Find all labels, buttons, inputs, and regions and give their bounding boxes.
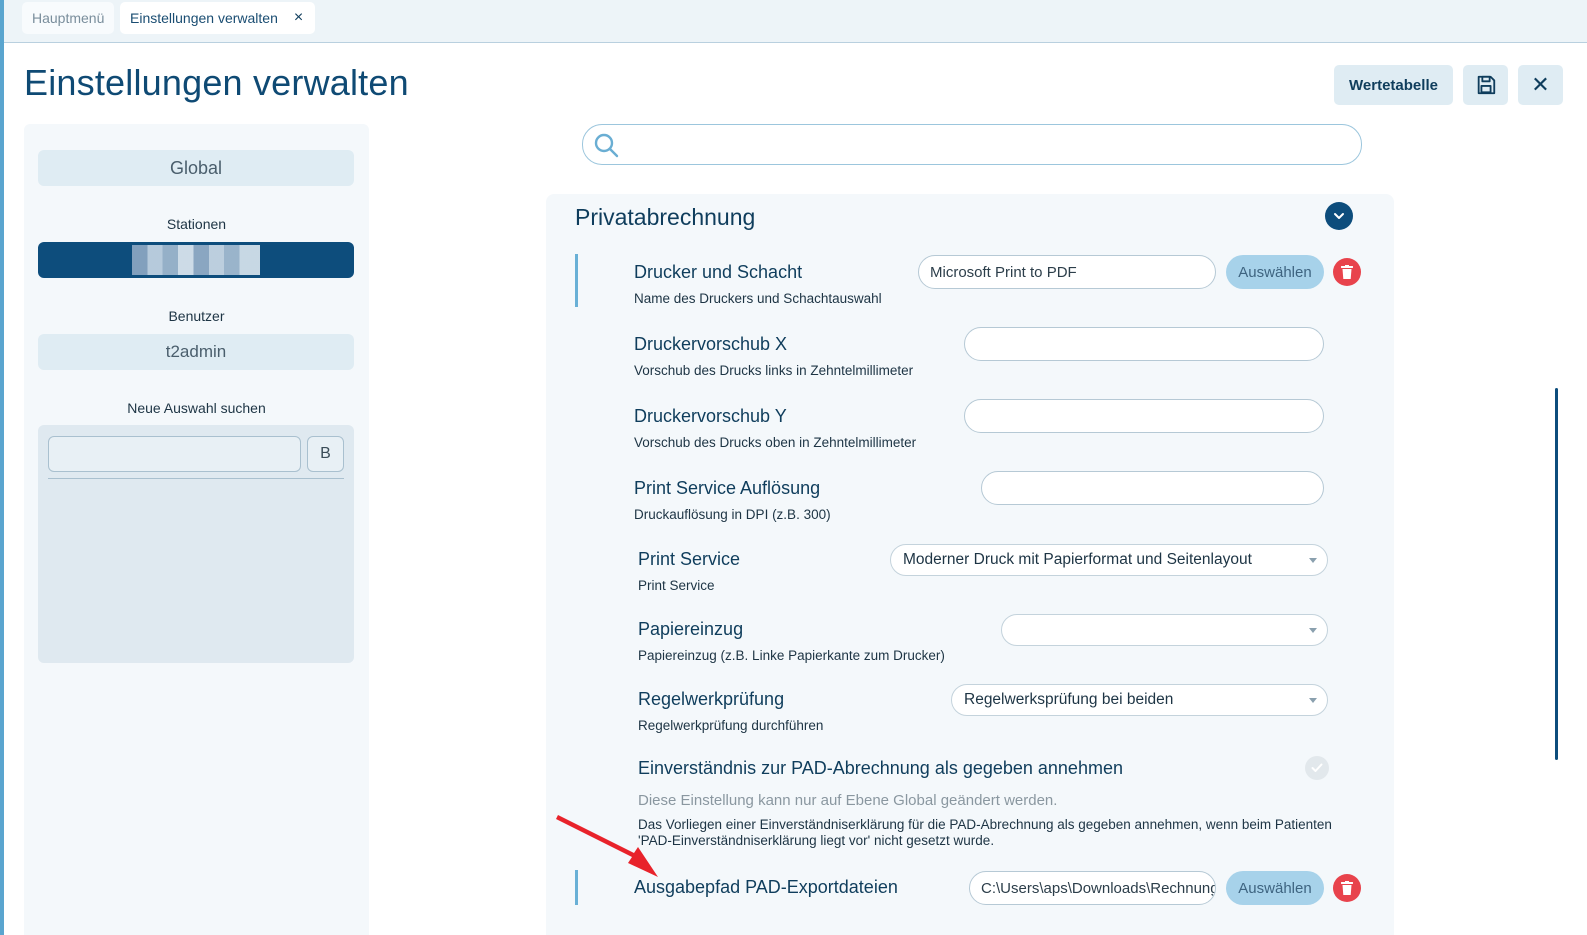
floppy-disk-icon: [1477, 75, 1495, 95]
setting-description: Vorschub des Drucks links in Zehntelmill…: [634, 363, 914, 378]
drucker-auswaehlen-button[interactable]: Auswählen: [1226, 255, 1324, 289]
neue-auswahl-label: Neue Auswahl suchen: [127, 400, 266, 416]
scope-sidebar: Global Stationen Benutzer t2admin Neue A…: [24, 124, 369, 935]
setting-title: Einverständnis zur PAD-Abrechnung als ge…: [638, 758, 1123, 778]
setting-description: Papiereinzug (z.B. Linke Papierkante zum…: [638, 648, 945, 663]
drucker-field[interactable]: Microsoft Print to PDF: [918, 255, 1216, 289]
redacted-station-name: [132, 245, 260, 275]
setting-description: Druckauflösung in DPI (z.B. 300): [634, 507, 831, 522]
global-scope-button[interactable]: Global: [38, 150, 354, 186]
chevron-down-icon: [1309, 698, 1317, 703]
setting-description: Print Service: [638, 578, 715, 593]
setting-title: Drucker und Schacht: [634, 262, 803, 282]
trash-icon: [1341, 881, 1353, 895]
ausgabepfad-field[interactable]: C:\Users\aps\Downloads\Rechnungen: [969, 871, 1216, 905]
setting-description: Name des Druckers und Schachtauswahl: [634, 291, 882, 306]
annotation-arrow-icon: [556, 815, 658, 877]
window-left-edge: [0, 0, 4, 935]
setting-title: Regelwerkprüfung: [638, 689, 785, 709]
collapse-section-button[interactable]: [1325, 202, 1353, 230]
tab-einstellungen-verwalten[interactable]: Einstellungen verwalten ×: [120, 2, 315, 34]
tab-label: Einstellungen verwalten: [130, 10, 278, 26]
search-icon: [594, 133, 619, 158]
setting-title: Druckervorschub Y: [634, 406, 787, 426]
print-service-select[interactable]: Moderner Druck mit Papierformat und Seit…: [890, 544, 1328, 576]
divider: [48, 478, 344, 479]
station-selected-button[interactable]: [38, 242, 354, 278]
aufloesung-field[interactable]: [981, 471, 1324, 505]
wertetabelle-button[interactable]: Wertetabelle: [1334, 65, 1453, 105]
setting-title: Druckervorschub X: [634, 334, 788, 354]
scope-search-input[interactable]: [48, 436, 301, 472]
ausgabepfad-delete-button[interactable]: [1333, 874, 1361, 902]
settings-search-input[interactable]: [582, 124, 1362, 165]
papiereinzug-select[interactable]: [1001, 614, 1328, 646]
setting-title: Print Service: [638, 549, 741, 569]
scope-search-button[interactable]: B: [307, 436, 344, 472]
chevron-down-icon: [1309, 558, 1317, 563]
check-icon: [1311, 763, 1323, 772]
setting-description: Vorschub des Drucks oben in Zehntelmilli…: [634, 435, 917, 450]
setting-scope-note: Diese Einstellung kann nur auf Ebene Glo…: [638, 792, 1058, 809]
stationen-label: Stationen: [166, 216, 227, 232]
tab-bar: Hauptmenü Einstellungen verwalten ×: [4, 0, 1587, 43]
drucker-delete-button[interactable]: [1333, 258, 1361, 286]
modified-indicator: [575, 254, 578, 307]
settings-section-card: Privatabrechnung Drucker und Schacht Nam…: [546, 194, 1394, 935]
chevron-down-icon: [1309, 628, 1317, 633]
trash-icon: [1341, 265, 1353, 279]
vorschub-y-field[interactable]: [964, 399, 1324, 433]
setting-description: Das Vorliegen einer Einverständniserklär…: [638, 817, 1332, 832]
close-button[interactable]: ✕: [1518, 65, 1563, 105]
ausgabepfad-auswaehlen-button[interactable]: Auswählen: [1226, 871, 1324, 905]
tab-label: Hauptmenü: [32, 10, 105, 26]
benutzer-label: Benutzer: [168, 308, 225, 324]
save-button[interactable]: [1463, 65, 1508, 105]
setting-description: 'PAD-Einverständniserklärung liegt vor' …: [638, 833, 995, 848]
scrollbar-thumb[interactable]: [1555, 388, 1558, 760]
tab-hauptmenue[interactable]: Hauptmenü: [22, 2, 114, 34]
page-title: Einstellungen verwalten: [24, 62, 409, 103]
setting-title: Print Service Auflösung: [634, 478, 821, 498]
setting-description: Regelwerkprüfung durchführen: [638, 718, 824, 733]
scope-search-panel: B: [38, 425, 354, 663]
user-scope-button[interactable]: t2admin: [38, 334, 354, 370]
close-tab-icon[interactable]: ×: [294, 9, 303, 27]
select-value: Regelwerksprüfung bei beiden: [964, 691, 1174, 708]
setting-title: Ausgabepfad PAD-Exportdateien: [634, 877, 898, 897]
einverstaendnis-checkbox[interactable]: [1305, 756, 1329, 780]
vorschub-x-field[interactable]: [964, 327, 1324, 361]
regelwerk-select[interactable]: Regelwerksprüfung bei beiden: [951, 684, 1328, 716]
section-title: Privatabrechnung: [575, 204, 756, 230]
chevron-down-icon: [1334, 213, 1344, 219]
setting-title: Papiereinzug: [638, 619, 744, 639]
select-value: Moderner Druck mit Papierformat und Seit…: [903, 551, 1252, 568]
